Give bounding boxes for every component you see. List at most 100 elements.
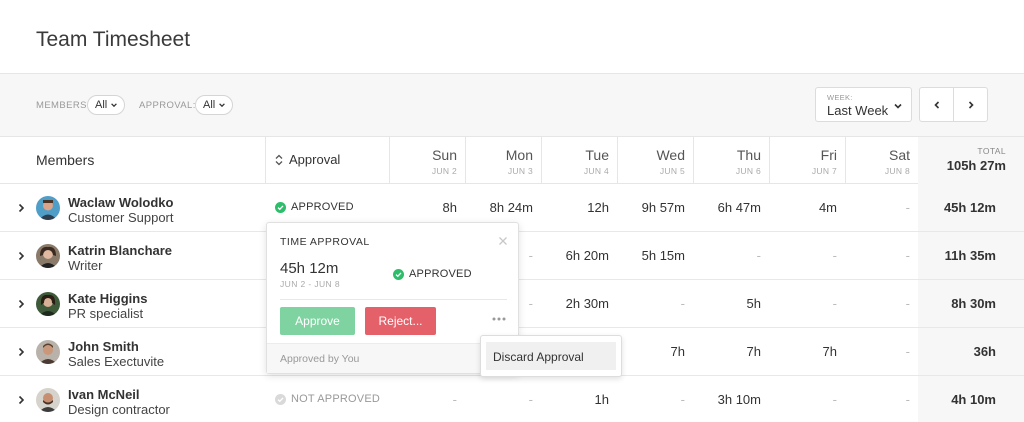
check-circle-icon — [275, 201, 286, 213]
member-role: Writer — [68, 258, 103, 273]
chevron-right-icon[interactable] — [16, 299, 26, 309]
day-header-sat: Sat JUN 8 — [884, 147, 910, 176]
day-header-wed: Wed JUN 5 — [656, 147, 685, 176]
row-total: 4h 10m — [918, 376, 1024, 422]
approval-status-label: APPROVED — [291, 201, 354, 213]
total-column-header: TOTAL 105h 27m — [918, 137, 1024, 184]
popover-status-label: APPROVED — [409, 268, 472, 280]
member-name[interactable]: Kate Higgins — [68, 291, 147, 306]
week-select[interactable]: WEEK: Last Week — [815, 87, 912, 122]
avatar — [36, 244, 60, 268]
row-total: 45h 12m — [918, 184, 1024, 231]
approval-status[interactable]: NOT APPROVED — [275, 393, 380, 405]
chevron-right-icon[interactable] — [16, 203, 26, 213]
day-header-mon: Mon JUN 3 — [505, 147, 533, 176]
hours-cell[interactable]: - — [617, 296, 693, 311]
hours-cell[interactable]: - — [845, 344, 918, 359]
approval-filter-label: APPROVAL: — [139, 100, 196, 111]
day-header-sun: Sun JUN 2 — [431, 147, 457, 176]
grand-total: 105h 27m — [946, 158, 1006, 173]
approval-column-header[interactable]: Approval — [275, 152, 340, 167]
more-options-icon[interactable] — [491, 316, 507, 322]
table-row[interactable]: Ivan McNeil Design contractor NOT APPROV… — [0, 376, 1024, 422]
chevron-right-icon[interactable] — [16, 347, 26, 357]
member-role: Sales Exectuvite — [68, 354, 165, 369]
hours-cell[interactable]: - — [845, 200, 918, 215]
member-role: Customer Support — [68, 210, 174, 225]
day-header-fri: Fri JUN 7 — [811, 147, 837, 176]
week-label: WEEK: — [827, 93, 853, 102]
hours-cell[interactable]: 1h — [541, 392, 617, 407]
chevron-down-icon — [111, 103, 118, 108]
row-total: 36h — [918, 328, 1024, 375]
hours-cell[interactable]: 4m — [769, 200, 845, 215]
hours-cell[interactable]: - — [617, 392, 693, 407]
member-name[interactable]: Waclaw Wolodko — [68, 195, 173, 210]
hours-cell[interactable]: 6h 47m — [693, 200, 769, 215]
hours-cell[interactable]: 3h 10m — [693, 392, 769, 407]
approval-column-label: Approval — [289, 152, 341, 167]
avatar — [36, 340, 60, 364]
member-name[interactable]: John Smith — [68, 339, 139, 354]
hours-cell[interactable]: - — [769, 392, 845, 407]
hours-cell[interactable]: 12h — [541, 200, 617, 215]
hours-cell[interactable]: 7h — [769, 344, 845, 359]
hours-cell[interactable]: - — [845, 296, 918, 311]
close-icon[interactable] — [498, 236, 508, 246]
previous-week-button[interactable] — [919, 87, 954, 122]
popover-status: APPROVED — [393, 268, 472, 280]
chevron-right-icon[interactable] — [16, 251, 26, 261]
members-filter-select[interactable]: All — [87, 95, 126, 115]
member-name[interactable]: Ivan McNeil — [68, 387, 140, 402]
approval-status-label: NOT APPROVED — [291, 393, 380, 405]
reject-button[interactable]: Reject... — [365, 307, 436, 335]
hours-cell[interactable]: 9h 57m — [617, 200, 693, 215]
day-header-tue: Tue JUN 4 — [583, 147, 609, 176]
discard-approval-menu-item[interactable]: Discard Approval — [486, 342, 616, 370]
hours-cell[interactable]: 5h — [693, 296, 769, 311]
hours-cell[interactable]: - — [389, 392, 465, 407]
member-role: Design contractor — [68, 402, 170, 417]
approval-filter-value: All — [203, 99, 216, 111]
member-name[interactable]: Katrin Blanchare — [68, 243, 172, 258]
hours-cell[interactable]: 8h — [389, 200, 465, 215]
hours-cell[interactable]: 6h 20m — [541, 248, 617, 263]
hours-cell[interactable]: - — [845, 248, 918, 263]
popover-title: TIME APPROVAL — [280, 236, 370, 248]
chevron-down-icon — [219, 103, 226, 108]
hours-cell[interactable]: - — [693, 248, 769, 263]
avatar — [36, 292, 60, 316]
page-title: Team Timesheet — [36, 28, 191, 51]
members-filter-value: All — [95, 99, 108, 111]
popover-divider — [280, 299, 507, 300]
check-circle-icon — [275, 393, 286, 405]
hours-cell[interactable]: - — [769, 248, 845, 263]
hours-cell[interactable]: - — [465, 392, 541, 407]
week-value: Last Week — [827, 103, 889, 118]
members-filter-label: MEMBERS: — [36, 100, 90, 111]
next-week-button[interactable] — [953, 87, 988, 122]
avatar — [36, 196, 60, 220]
chevron-right-icon — [968, 100, 974, 109]
hours-cell[interactable]: - — [845, 392, 918, 407]
chevron-right-icon[interactable] — [16, 395, 26, 405]
hours-cell[interactable]: - — [769, 296, 845, 311]
hours-cell[interactable]: 2h 30m — [541, 296, 617, 311]
approve-button[interactable]: Approve — [280, 307, 355, 335]
approved-by-text: Approved by You — [280, 353, 360, 365]
hours-cell[interactable]: 7h — [693, 344, 769, 359]
total-label: TOTAL — [977, 146, 1006, 156]
sort-icon — [275, 154, 283, 165]
column-divider — [265, 137, 266, 184]
member-role: PR specialist — [68, 306, 144, 321]
row-total: 8h 30m — [918, 280, 1024, 327]
approval-status[interactable]: APPROVED — [275, 201, 354, 213]
row-total: 11h 35m — [918, 232, 1024, 279]
app-header: Team Timesheet — [0, 0, 1024, 74]
hours-cell[interactable]: 5h 15m — [617, 248, 693, 263]
approval-filter-select[interactable]: All — [195, 95, 234, 115]
more-options-menu: Discard Approval — [480, 335, 622, 377]
hours-cell[interactable]: 8h 24m — [465, 200, 541, 215]
hours-cell[interactable]: 7h — [617, 344, 693, 359]
popover-date-range: JUN 2 - JUN 8 — [280, 279, 340, 289]
